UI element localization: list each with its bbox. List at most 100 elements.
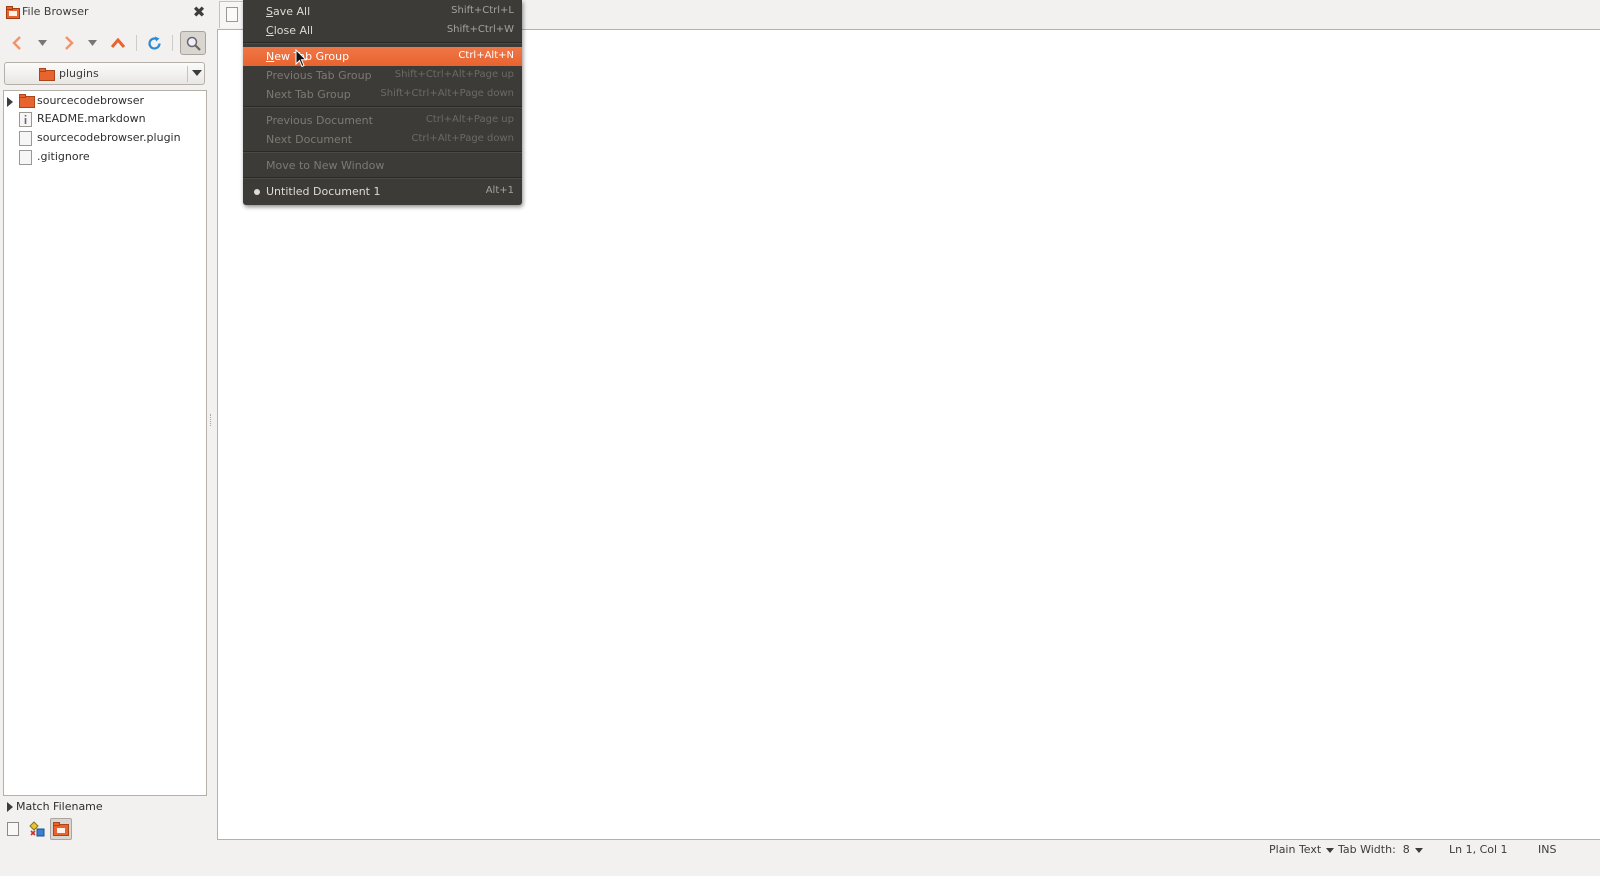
menu-item-shortcut: Shift+Ctrl+Alt+Page down: [380, 88, 514, 99]
filter-toggle-button[interactable]: [180, 31, 206, 55]
menu-separator: [243, 177, 522, 179]
status-bar: Plain Text Tab Width: 8 Ln 1, Col 1 INS: [217, 841, 1600, 858]
up-button[interactable]: [108, 31, 128, 55]
menu-item-shortcut: Ctrl+Alt+N: [458, 50, 514, 61]
pane-resize-handle[interactable]: [210, 414, 214, 426]
menu-item-move-to-new-window: Move to New Window: [243, 156, 522, 175]
text-file-icon: [19, 112, 32, 127]
file-icon: [19, 150, 32, 165]
file-browser-toolbar: [4, 31, 210, 55]
menu-item-previous-document: Previous Document Ctrl+Alt+Page up: [243, 111, 522, 130]
menu-item-untitled-document-1[interactable]: Untitled Document 1 Alt+1: [243, 182, 522, 201]
refresh-button[interactable]: [144, 31, 164, 55]
up-arrow-icon: [111, 38, 125, 48]
toolbar-separator: [172, 35, 173, 51]
menu-item-label: New Tab Group: [266, 50, 349, 63]
tree-row-readme[interactable]: README.markdown: [4, 110, 206, 128]
tree-row-label: sourcecodebrowser: [37, 94, 145, 107]
back-history-dropdown[interactable]: [36, 31, 48, 55]
chevron-down-icon: [192, 70, 202, 76]
mnemonic: S: [266, 5, 273, 18]
menu-item-label: Save All: [266, 5, 310, 18]
chevron-down-icon: [1414, 847, 1423, 853]
forward-arrow-icon: [65, 36, 74, 50]
tab-width-label: Tab Width: 8: [1338, 843, 1410, 856]
label-text: ave All: [272, 5, 311, 18]
menu-item-shortcut: Shift+Ctrl+L: [451, 5, 514, 16]
window-bottom-strip: [0, 858, 1600, 876]
menu-item-shortcut: Shift+Ctrl+W: [446, 24, 514, 35]
menu-item-next-tab-group: Next Tab Group Shift+Ctrl+Alt+Page down: [243, 85, 522, 104]
menu-item-label: Previous Document: [266, 114, 373, 127]
menu-item-previous-tab-group: Previous Tab Group Shift+Ctrl+Alt+Page u…: [243, 66, 522, 85]
menu-item-shortcut: Alt+1: [485, 185, 514, 196]
menu-item-save-all[interactable]: Save All Shift+Ctrl+L: [243, 2, 522, 21]
mnemonic: C: [266, 24, 274, 37]
tree-row-gitignore[interactable]: .gitignore: [4, 148, 206, 166]
menu-separator: [243, 106, 522, 108]
app-icon: [6, 6, 20, 19]
tree-row-label: .gitignore: [37, 150, 90, 163]
mnemonic: N: [266, 50, 275, 63]
menu-item-label: Move to New Window: [266, 159, 385, 172]
menu-item-label: Previous Tab Group: [266, 69, 372, 82]
close-icon[interactable]: ✖: [190, 3, 208, 21]
menu-item-label: Next Tab Group: [266, 88, 351, 101]
source-code-browser-button[interactable]: [26, 818, 48, 840]
document-tab-icon: [226, 7, 238, 22]
menu-item-next-document: Next Document Ctrl+Alt+Page down: [243, 130, 522, 149]
location-label: plugins: [59, 67, 99, 80]
documents-menu: Save All Shift+Ctrl+L Close All Shift+Ct…: [243, 0, 522, 205]
tree-row-plugin-file[interactable]: sourcecodebrowser.plugin: [4, 129, 206, 147]
forward-history-dropdown[interactable]: [86, 31, 98, 55]
chevron-down-icon: [87, 40, 97, 46]
menu-item-shortcut: Ctrl+Alt+Page up: [425, 114, 514, 125]
symbols-icon: [29, 821, 45, 837]
match-filename-label: Match Filename: [16, 800, 103, 813]
refresh-icon: [147, 36, 161, 50]
toolbar-separator: [136, 35, 137, 51]
folder-icon: [53, 822, 69, 836]
expander-icon[interactable]: [7, 802, 13, 812]
location-combo[interactable]: plugins: [4, 62, 205, 85]
documents-panel-button[interactable]: [2, 818, 24, 840]
filter-icon: [186, 36, 201, 51]
file-icon: [19, 131, 32, 146]
radio-bullet-icon: [254, 189, 260, 195]
mouse-cursor-icon: [295, 49, 307, 68]
language-label: Plain Text: [1269, 843, 1322, 856]
menu-item-shortcut: Shift+Ctrl+Alt+Page up: [394, 69, 514, 80]
side-panel: File Browser ✖ plugins sourcecodebrowser…: [0, 0, 212, 876]
forward-button[interactable]: [60, 31, 78, 55]
folder-icon: [19, 94, 35, 108]
back-arrow-icon: [12, 36, 21, 50]
cursor-position: Ln 1, Col 1: [1449, 843, 1508, 856]
tree-row-label: sourcecodebrowser.plugin: [37, 131, 181, 144]
menu-item-label: Next Document: [266, 133, 353, 146]
folder-icon: [39, 68, 55, 81]
combo-separator: [187, 66, 188, 82]
language-selector[interactable]: Plain Text: [1269, 843, 1335, 856]
chevron-down-icon: [37, 40, 47, 46]
menu-item-shortcut: Ctrl+Alt+Page down: [411, 133, 514, 144]
tree-row-label: README.markdown: [37, 112, 146, 125]
expander-icon[interactable]: [7, 97, 13, 107]
tab-width-selector[interactable]: Tab Width: 8: [1338, 843, 1423, 856]
menu-item-close-all[interactable]: Close All Shift+Ctrl+W: [243, 21, 522, 40]
menu-separator: [243, 42, 522, 44]
back-button[interactable]: [8, 31, 26, 55]
menu-item-new-tab-group[interactable]: New Tab Group Ctrl+Alt+N: [243, 47, 522, 66]
label-text: ew Tab Group: [274, 50, 350, 63]
menu-item-label: Untitled Document 1: [266, 185, 381, 198]
chevron-down-icon: [1326, 847, 1335, 853]
menu-item-label: Close All: [266, 24, 313, 37]
insert-mode: INS: [1538, 843, 1557, 856]
side-panel-title: File Browser: [22, 5, 89, 18]
tree-row-sourcecodebrowser[interactable]: sourcecodebrowser: [4, 92, 206, 110]
file-browser-button[interactable]: [50, 818, 72, 840]
match-filename-expander[interactable]: Match Filename: [4, 800, 210, 814]
label-text: lose All: [273, 24, 314, 37]
file-tree: sourcecodebrowser README.markdown source…: [3, 90, 207, 796]
side-panel-header: File Browser ✖: [0, 0, 212, 26]
file-icon: [7, 822, 19, 836]
